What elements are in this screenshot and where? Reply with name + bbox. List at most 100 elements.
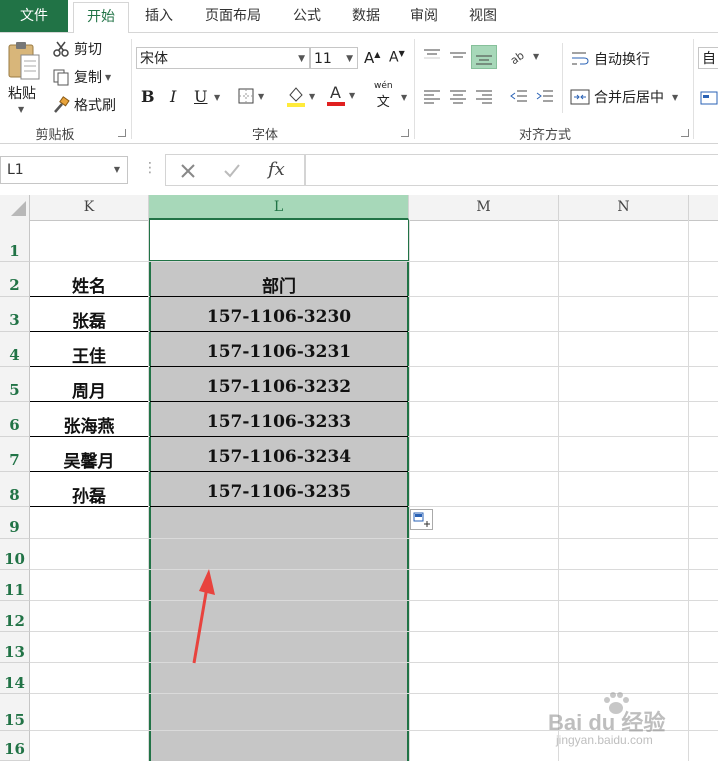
tab-review[interactable]: 审阅: [400, 0, 448, 32]
row-header-7[interactable]: 7: [0, 437, 30, 472]
tab-file[interactable]: 文件: [0, 0, 68, 32]
row-header-5[interactable]: 5: [0, 367, 30, 402]
row-header-14[interactable]: 14: [0, 663, 30, 694]
align-left-button[interactable]: [422, 87, 442, 109]
row-header-16[interactable]: 16: [0, 731, 30, 761]
font-name-dropdown[interactable]: 宋体 ▼: [136, 47, 310, 69]
italic-button[interactable]: I: [170, 87, 176, 106]
align-top-button[interactable]: [422, 47, 442, 69]
merge-center-button[interactable]: 合并后居中 ▼: [570, 87, 678, 107]
table-cell-dept[interactable]: 157-1106-3233: [150, 412, 408, 432]
cut-button[interactable]: 剪切: [52, 39, 102, 59]
underline-button[interactable]: U: [194, 87, 207, 106]
wrap-text-icon: [572, 52, 589, 65]
table-cell-dept[interactable]: 157-1106-3235: [150, 482, 408, 502]
row-header-11[interactable]: 11: [0, 570, 30, 601]
borders-button[interactable]: ▼: [237, 87, 264, 105]
table-cell-dept[interactable]: 157-1106-3231: [150, 342, 408, 362]
name-box[interactable]: L1 ▼: [0, 156, 128, 184]
cancel-icon[interactable]: [178, 161, 198, 181]
orientation-button[interactable]: ab ▼: [508, 47, 539, 65]
align-middle-icon: [450, 52, 466, 58]
conditional-format-icon[interactable]: [700, 89, 718, 107]
chevron-down-icon[interactable]: ▼: [105, 73, 111, 82]
table-cell-name[interactable]: 王佳: [30, 342, 148, 367]
header-cell-dept[interactable]: 部门: [150, 272, 408, 297]
align-middle-button[interactable]: [448, 47, 468, 69]
table-cell-name[interactable]: 孙磊: [30, 482, 148, 507]
font-color-button[interactable]: A ▼: [326, 83, 355, 107]
align-center-button[interactable]: [448, 87, 468, 109]
table-cell-dept[interactable]: 157-1106-3230: [150, 307, 408, 327]
row-header-13[interactable]: 13: [0, 632, 30, 663]
phonetic-guide-button[interactable]: wén 文: [374, 81, 393, 110]
table-cell-dept[interactable]: 157-1106-3234: [150, 447, 408, 467]
fill-color-button[interactable]: ▼: [286, 85, 315, 107]
check-icon[interactable]: [222, 161, 242, 181]
select-all-triangle-icon: [11, 201, 26, 216]
decrease-font-size-button[interactable]: A▼: [389, 49, 405, 66]
grid-line: [30, 261, 718, 262]
phonetic-dropdown[interactable]: ▼: [398, 93, 407, 102]
header-cell-name[interactable]: 姓名: [30, 272, 148, 297]
chevron-down-icon[interactable]: ▼: [672, 93, 678, 102]
underline-dropdown[interactable]: ▼: [211, 93, 220, 102]
paste-icon: [8, 42, 40, 80]
tab-view[interactable]: 视图: [459, 0, 507, 32]
phonetic-label: wén: [374, 81, 393, 91]
column-header-m[interactable]: M: [409, 195, 559, 220]
row-header-6[interactable]: 6: [0, 402, 30, 437]
paste-options-button[interactable]: [410, 509, 433, 530]
column-header-n[interactable]: N: [559, 195, 689, 220]
table-cell-name[interactable]: 张海燕: [30, 412, 148, 437]
tab-formulas[interactable]: 公式: [283, 0, 331, 32]
row-header-9[interactable]: 9: [0, 507, 30, 539]
increase-indent-button[interactable]: [535, 87, 555, 109]
row-header-1[interactable]: 1: [0, 220, 30, 262]
column-header-bar: K L M N: [0, 195, 718, 221]
dialog-launcher-icon[interactable]: [401, 129, 409, 137]
font-size-dropdown[interactable]: 11 ▼: [310, 47, 358, 69]
tab-insert[interactable]: 插入: [134, 0, 184, 32]
row-header-15[interactable]: 15: [0, 694, 30, 731]
font-size-value: 11: [314, 51, 332, 67]
row-header-10[interactable]: 10: [0, 539, 30, 570]
bold-button[interactable]: B: [141, 87, 155, 106]
row-header-4[interactable]: 4: [0, 332, 30, 367]
table-cell-name[interactable]: 张磊: [30, 307, 148, 332]
row-header-3[interactable]: 3: [0, 297, 30, 332]
phonetic-icon: 文: [376, 95, 390, 110]
decrease-indent-button[interactable]: [509, 87, 529, 109]
column-header-l[interactable]: L: [149, 195, 409, 220]
chevron-down-icon: ▼: [346, 54, 353, 64]
tab-data[interactable]: 数据: [342, 0, 390, 32]
copy-button[interactable]: 复制 ▼: [52, 67, 111, 87]
clipboard-group-label: 剪贴板: [35, 128, 75, 143]
paste-button[interactable]: 粘贴 ▼: [4, 39, 46, 119]
format-painter-button[interactable]: 格式刷: [52, 95, 116, 115]
group-divider: [562, 43, 563, 113]
chevron-down-icon: ▼: [298, 54, 305, 64]
tab-page-layout[interactable]: 页面布局: [194, 0, 272, 32]
align-bottom-button[interactable]: [471, 45, 497, 69]
dialog-launcher-icon[interactable]: [681, 129, 689, 137]
table-cell-name[interactable]: 吴馨月: [30, 447, 148, 472]
select-all-button[interactable]: [0, 195, 30, 220]
increase-font-size-button[interactable]: A▲: [364, 49, 380, 67]
insert-function-icon[interactable]: fx: [268, 159, 285, 180]
dialog-launcher-icon[interactable]: [118, 129, 126, 137]
table-cell-dept[interactable]: 157-1106-3232: [150, 377, 408, 397]
row-header-2[interactable]: 2: [0, 262, 30, 297]
row-header-12[interactable]: 12: [0, 601, 30, 632]
active-cell-l1[interactable]: [150, 220, 408, 262]
formula-input[interactable]: [305, 154, 718, 186]
copy-label: 复制: [74, 70, 102, 86]
tab-home[interactable]: 开始: [73, 2, 129, 35]
wrap-text-button[interactable]: 自动换行: [570, 49, 650, 69]
column-header-k[interactable]: K: [30, 195, 149, 220]
align-right-button[interactable]: [474, 87, 494, 109]
grid-line: [30, 662, 718, 663]
number-format-dropdown[interactable]: 自: [698, 47, 718, 69]
table-cell-name[interactable]: 周月: [30, 377, 148, 402]
row-header-8[interactable]: 8: [0, 472, 30, 507]
